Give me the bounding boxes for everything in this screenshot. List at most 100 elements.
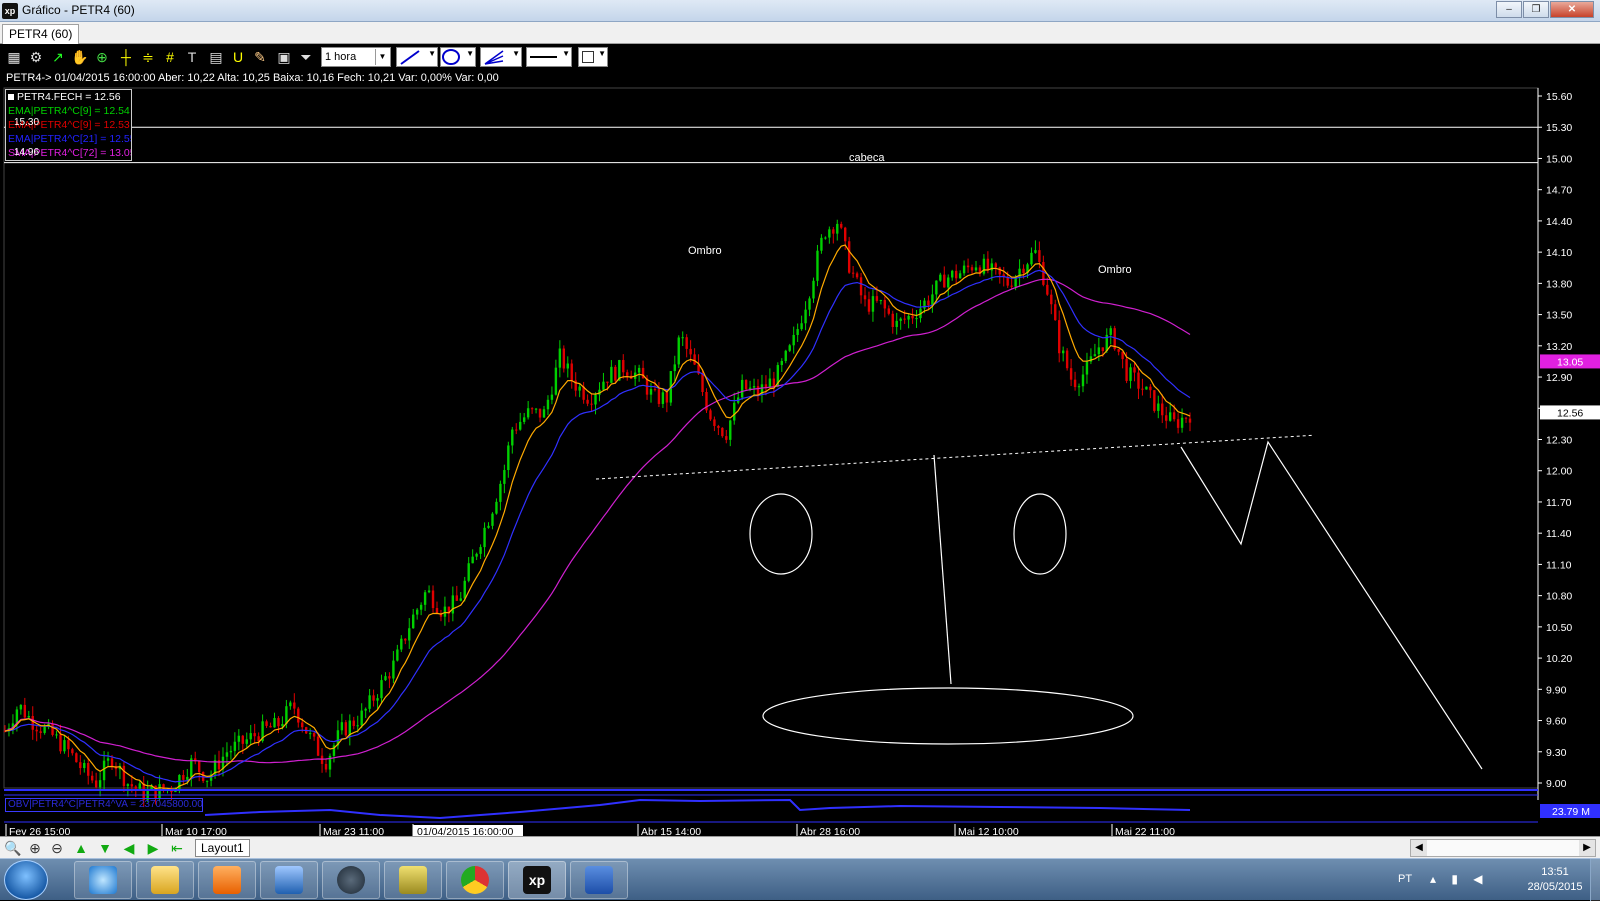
candle-body: [733, 402, 736, 421]
horizontal-scrollbar[interactable]: ◀ ▶: [1410, 839, 1596, 857]
candle-body: [380, 680, 383, 699]
candle-body: [713, 419, 716, 426]
face-mouth: [762, 687, 1134, 745]
candle-body: [614, 366, 617, 381]
candle-body: [344, 722, 348, 736]
start-button[interactable]: [4, 860, 48, 900]
legend-item-ema21: EMA|PETR4^C[21] = 12.55: [8, 133, 132, 145]
zoom-out-icon[interactable]: ⊖: [48, 839, 66, 857]
price-axis-label: 12.00: [1546, 466, 1572, 478]
price-axis-label: 10.20: [1546, 653, 1572, 665]
hp-taskbar-button[interactable]: [322, 861, 380, 899]
price-axis-label: 9.60: [1546, 716, 1567, 728]
candle-body: [55, 734, 58, 736]
candle-body: [522, 417, 526, 422]
layout-tab[interactable]: Layout1: [195, 839, 250, 857]
arrow-end-icon[interactable]: ⇤: [168, 839, 186, 857]
candle-body: [277, 718, 280, 727]
candle-body: [1042, 262, 1045, 285]
candle-body: [1165, 415, 1168, 421]
price-axis-label: 10.80: [1546, 591, 1572, 603]
language-indicator[interactable]: PT: [1398, 873, 1412, 885]
word-taskbar-button[interactable]: [570, 861, 628, 899]
price-axis-label: 11.70: [1546, 497, 1572, 509]
candle-body: [463, 580, 466, 599]
candle-body: [756, 386, 760, 396]
candle-body: [388, 676, 391, 679]
candle-body: [412, 614, 415, 629]
price-axis-label: 10.50: [1546, 622, 1572, 634]
explorer-taskbar-button[interactable]: [136, 861, 194, 899]
candle-body: [875, 296, 879, 301]
xp-taskbar-button[interactable]: xp: [508, 861, 566, 899]
chart-bottom-bar: 🔍 ⊕ ⊖ ▲ ▼ ◀ ▶ ⇤ Layout1 ◀ ▶: [0, 836, 1600, 858]
price-axis-label: 15.60: [1546, 91, 1572, 103]
candle-body: [43, 726, 46, 733]
chrome-taskbar-button[interactable]: [446, 861, 504, 899]
candle-body: [1145, 386, 1148, 390]
candle-body: [935, 280, 938, 295]
candle-body: [772, 378, 776, 387]
candle-body: [566, 363, 569, 369]
candle-body: [130, 784, 134, 787]
scroll-right-icon[interactable]: ▶: [1579, 840, 1595, 856]
candle-body: [467, 563, 470, 581]
candle-body: [637, 367, 641, 373]
candle-body: [855, 273, 859, 278]
candle-body: [98, 780, 102, 788]
candle-body: [1184, 417, 1188, 419]
candle-body: [368, 695, 371, 709]
arrow-right-icon[interactable]: ▶: [144, 839, 162, 857]
candle-body: [606, 381, 609, 383]
candle-body: [479, 547, 482, 554]
zoom-reset-icon[interactable]: 🔍: [4, 839, 22, 857]
price-chart[interactable]: 15.60 15.30 15.00 14.70 14.40 14.10 13.80 13.50…: [0, 0, 1600, 836]
right-shoulder-label: Ombro: [1098, 264, 1132, 276]
candle-body: [443, 606, 447, 617]
zoom-in-icon[interactable]: ⊕: [26, 839, 44, 857]
ie-taskbar-button[interactable]: [74, 861, 132, 899]
legend-item-close: PETR4.FECH = 12.56: [8, 90, 131, 104]
tray-icons[interactable]: ▴ ▮ ◀: [1430, 872, 1489, 886]
candle-body: [312, 733, 316, 737]
candle-body: [451, 595, 455, 614]
arrow-up-icon[interactable]: ▲: [72, 839, 90, 857]
candle-body: [384, 676, 387, 681]
candle-body: [1188, 418, 1192, 423]
candle-body: [879, 300, 883, 302]
candle-body: [23, 704, 27, 718]
media-taskbar-button[interactable]: [198, 861, 256, 899]
candle-body: [859, 277, 863, 296]
candle-body: [923, 300, 926, 309]
candle-body: [281, 724, 284, 727]
candle-body: [122, 765, 126, 786]
candle-body: [943, 274, 946, 288]
scroll-left-icon[interactable]: ◀: [1411, 840, 1427, 856]
candle-body: [1065, 350, 1069, 369]
indicator-legend: PETR4.FECH = 12.56 EMA|PETR4^C[9] = 12.5…: [5, 89, 132, 161]
candle-body: [15, 709, 19, 724]
candle-body: [340, 722, 344, 731]
archive-taskbar-button[interactable]: [384, 861, 442, 899]
candle-body: [404, 638, 407, 641]
network-taskbar-button[interactable]: [260, 861, 318, 899]
candle-body: [27, 716, 30, 718]
arrow-left-icon[interactable]: ◀: [120, 839, 138, 857]
arrow-down-icon[interactable]: ▼: [96, 839, 114, 857]
price-axis-label: 13.20: [1546, 341, 1572, 353]
show-desktop-button[interactable]: [1590, 859, 1600, 901]
candle-body: [570, 363, 573, 381]
clock[interactable]: 13:51 28/05/2015: [1520, 865, 1590, 895]
candle-body: [94, 780, 98, 788]
candle-body: [31, 716, 34, 730]
candle-body: [83, 763, 86, 769]
candle-body: [693, 354, 696, 365]
candle-body: [752, 386, 756, 388]
candle-body: [895, 320, 898, 327]
candle-body: [372, 695, 375, 701]
candle-body: [538, 408, 542, 418]
candle-body: [471, 556, 474, 564]
price-axis-label: 11.40: [1546, 528, 1572, 540]
candle-body: [138, 783, 141, 789]
sma-price-tag-label: 13.05: [1557, 356, 1583, 368]
